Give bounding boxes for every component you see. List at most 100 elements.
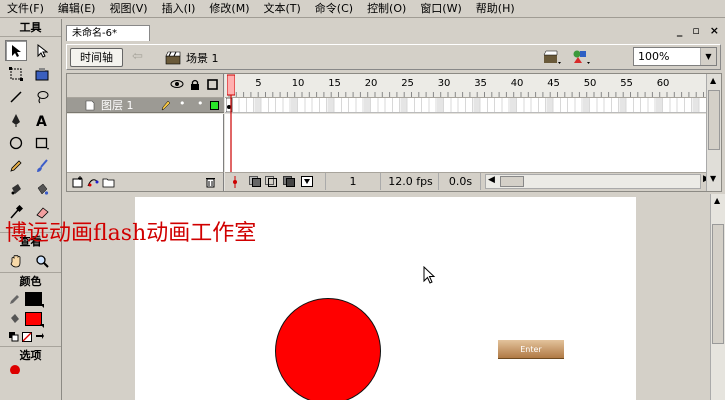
keyframe-icon[interactable]: [226, 98, 233, 112]
timeline-ruler[interactable]: 1 5 10 15 20 25 30 35 40 45 50 55 60: [225, 74, 717, 98]
layer-header: [67, 74, 224, 98]
scene-breadcrumb[interactable]: 场景 1: [165, 50, 219, 66]
hscroll-thumb[interactable]: [500, 176, 524, 187]
colors-section-label: 颜色: [0, 272, 61, 289]
menu-text[interactable]: 文本(T): [256, 0, 307, 18]
edit-symbol-icon[interactable]: [572, 48, 592, 66]
timeline-toggle-button[interactable]: 时间轴: [70, 48, 123, 67]
eraser-tool-button[interactable]: [31, 201, 53, 222]
layer-row[interactable]: 图层 1 • •: [67, 97, 224, 113]
enter-button-symbol[interactable]: Enter: [498, 340, 564, 359]
stage-canvas[interactable]: Enter: [135, 197, 636, 400]
rectangle-icon: [35, 137, 49, 150]
stage-vscroll-thumb[interactable]: [712, 224, 724, 344]
lasso-tool-button[interactable]: [31, 86, 53, 107]
menu-modify[interactable]: 修改(M): [202, 0, 256, 18]
no-color-icon[interactable]: [22, 332, 32, 342]
document-tab[interactable]: 未命名-6*: [66, 25, 150, 41]
edit-multiple-frames-icon[interactable]: [283, 176, 295, 187]
frame-number-label: 1: [226, 78, 233, 89]
document-window: 未命名-6* _ ▫ × 时间轴 ⇦ 场景 1 100% ▼ 图层 1 • • …: [63, 19, 725, 400]
close-button[interactable]: ×: [710, 24, 719, 37]
chevron-down-icon[interactable]: ▼: [700, 48, 716, 65]
paint-bucket-icon: [37, 183, 49, 195]
stage-workspace: Enter: [66, 194, 710, 400]
visibility-dot[interactable]: •: [179, 97, 186, 110]
tools-header: 工具: [0, 19, 61, 37]
brush-tool-button[interactable]: [31, 155, 53, 176]
fill-transform-icon: [35, 67, 49, 80]
vscroll-thumb[interactable]: [708, 90, 720, 150]
trash-icon[interactable]: [205, 176, 216, 188]
eye-icon[interactable]: [170, 79, 184, 92]
oval-tool-button[interactable]: [5, 132, 27, 153]
add-layer-icon[interactable]: [72, 176, 84, 188]
window-controls: _ ▫ ×: [677, 24, 719, 37]
paint-bucket-tool-button[interactable]: [31, 178, 53, 199]
stage-scroll-up-icon[interactable]: ▲: [714, 196, 720, 205]
fill-transform-tool-button[interactable]: [31, 63, 53, 84]
pencil-icon: [10, 159, 22, 172]
snap-magnet-icon[interactable]: [9, 364, 21, 374]
magnifier-icon: [36, 254, 49, 268]
current-frame-readout: 1: [325, 173, 381, 190]
hand-tool-button[interactable]: [5, 250, 27, 271]
add-motion-guide-icon[interactable]: [87, 176, 99, 188]
lock-dot[interactable]: •: [197, 97, 204, 110]
onion-skin-icon[interactable]: [249, 176, 261, 187]
menu-insert[interactable]: 插入(I): [155, 0, 203, 18]
zoom-select[interactable]: 100% ▼: [633, 47, 717, 66]
options-section-label: 选项: [0, 346, 61, 363]
text-tool-button[interactable]: A: [31, 109, 53, 130]
timeline-panel: 图层 1 • • 1 5 10 15 20 25 30 35 40 45 50 55 60: [66, 73, 722, 192]
red-circle-shape[interactable]: [275, 298, 381, 400]
free-transform-tool-button[interactable]: [5, 63, 27, 84]
edit-scene-icon[interactable]: [543, 48, 563, 66]
frame-number-label: 35: [474, 78, 487, 89]
menu-control[interactable]: 控制(O): [360, 0, 413, 18]
default-colors-icon[interactable]: [9, 332, 19, 342]
line-tool-button[interactable]: [5, 86, 27, 107]
menu-view[interactable]: 视图(V): [102, 0, 154, 18]
fps-readout[interactable]: 12.0 fps: [383, 173, 439, 190]
edit-bar-icons: [543, 48, 592, 66]
options-row: [0, 363, 61, 377]
arrow-tool-button[interactable]: [5, 40, 27, 61]
outline-color-square[interactable]: [210, 101, 219, 110]
back-arrow-icon[interactable]: ⇦: [132, 49, 143, 64]
onion-skin-outlines-icon[interactable]: [265, 176, 277, 187]
timeline-hscroll[interactable]: ◀: [485, 174, 701, 189]
modify-onion-markers-icon[interactable]: [301, 176, 313, 187]
minimize-button[interactable]: _: [677, 24, 683, 37]
pencil-tool-button[interactable]: [5, 155, 27, 176]
eyedropper-tool-button[interactable]: [5, 201, 27, 222]
scroll-up-icon[interactable]: ▲: [710, 76, 716, 85]
center-frame-icon[interactable]: [230, 176, 240, 188]
pen-tool-button[interactable]: [5, 109, 27, 130]
svg-text:A: A: [36, 114, 47, 127]
scroll-down-icon[interactable]: ▼: [710, 174, 716, 183]
menu-window[interactable]: 窗口(W): [413, 0, 468, 18]
stroke-color-swatch[interactable]: [25, 292, 42, 306]
zoom-tool-button[interactable]: [31, 250, 53, 271]
restore-button[interactable]: ▫: [692, 24, 699, 37]
subselect-tool-button[interactable]: [31, 40, 53, 61]
outline-icon[interactable]: [207, 79, 218, 93]
ink-bottle-tool-button[interactable]: [5, 178, 27, 199]
timeline-vscroll[interactable]: ▲ ▼: [706, 74, 721, 191]
lock-icon[interactable]: [190, 79, 200, 94]
scroll-left-icon[interactable]: ◀: [488, 175, 495, 185]
rectangle-tool-button[interactable]: [31, 132, 53, 153]
lasso-icon: [37, 90, 49, 103]
menu-commands[interactable]: 命令(C): [308, 0, 360, 18]
swap-colors-icon[interactable]: [35, 332, 45, 342]
menu-help[interactable]: 帮助(H): [469, 0, 522, 18]
stage-vscroll[interactable]: ▲: [710, 194, 725, 400]
fill-color-swatch[interactable]: [25, 312, 42, 326]
menu-edit[interactable]: 编辑(E): [51, 0, 103, 18]
eyedropper-icon: [10, 204, 23, 218]
frame-cells-row[interactable]: [225, 98, 717, 113]
pen-icon: [12, 113, 20, 127]
insert-layer-folder-icon[interactable]: [102, 176, 115, 188]
menu-file[interactable]: 文件(F): [0, 0, 51, 18]
